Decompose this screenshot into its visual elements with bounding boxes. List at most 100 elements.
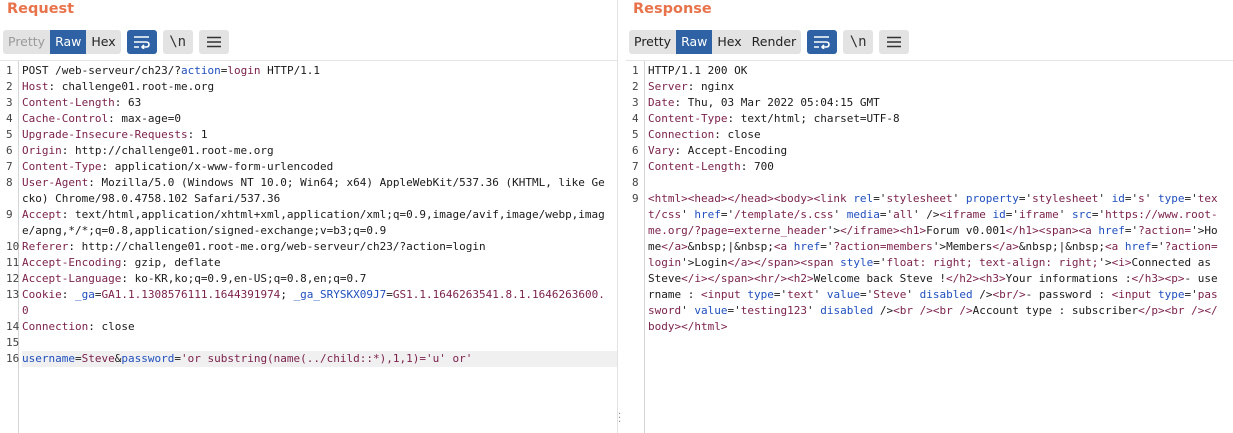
tab-raw[interactable]: Raw — [676, 30, 713, 54]
code-line[interactable]: 10 Referer: http://challenge01.root-me.or… — [0, 239, 617, 255]
newline-toggle-button[interactable]: \n — [162, 30, 193, 54]
code-token: : gzip, deflate — [121, 256, 221, 269]
code-line[interactable]: 1 HTTP/1.1 200 OK — [626, 63, 1233, 79]
line-text — [648, 175, 1233, 191]
code-line[interactable]: 14 Connection: close — [0, 319, 617, 335]
code-token: GA1.1.1308576111.1644391974 — [101, 288, 281, 301]
code-token: : http://challenge01.root-me.org/web-ser… — [68, 240, 486, 253]
request-title: Request — [7, 1, 75, 17]
tab-hex[interactable]: Hex — [86, 30, 120, 54]
wrap-lines-icon — [133, 36, 150, 49]
tab-render[interactable]: Render — [747, 30, 802, 54]
code-token: media — [846, 208, 880, 221]
code-line[interactable]: 8 User-Agent: Mozilla/5.0 (Windows NT 10.… — [0, 175, 617, 207]
tab-raw[interactable]: Raw — [50, 30, 87, 54]
code-token: =' — [859, 288, 874, 301]
menu-button[interactable] — [879, 30, 910, 54]
code-line[interactable]: 9 <html><head></head><body><link rel='sty… — [626, 191, 1233, 335]
code-line[interactable]: 9 Accept: text/html,application/xhtml+xml… — [0, 207, 617, 239]
code-line[interactable]: 6 Vary: Accept-Encoding — [626, 143, 1233, 159]
code-token: value — [694, 304, 728, 317]
line-number: 7 — [632, 160, 639, 173]
code-token: : Mozilla/5.0 (Windows NT 10.0; Win64; x… — [22, 176, 605, 205]
code-token: Origin — [22, 144, 62, 157]
code-line[interactable]: 16 username=Steve&password='or substring(… — [0, 351, 617, 367]
code-line[interactable]: 5 Upgrade-Insecure-Requests: 1 — [0, 127, 617, 143]
code-token: </a> — [661, 240, 688, 253]
line-number: 5 — [6, 128, 13, 141]
panel-splitter[interactable] — [617, 0, 626, 433]
code-token: Account type : subscriber — [972, 304, 1139, 317]
code-line[interactable]: 3 Date: Thu, 03 Mar 2022 05:04:15 GMT — [626, 95, 1233, 111]
line-number: 16 — [6, 352, 20, 365]
code-token: login — [227, 64, 261, 77]
line-number: 3 — [632, 96, 639, 109]
line-number: 11 — [6, 256, 20, 269]
code-line[interactable]: 12 Accept-Language: ko-KR,ko;q=0.9,en-US;… — [0, 271, 617, 287]
response-code: 1 HTTP/1.1 200 OK 2 Server: nginx 3 Date: Thu… — [626, 63, 1233, 335]
wrap-lines-button[interactable] — [126, 30, 157, 54]
code-token: <input — [1111, 288, 1159, 301]
code-line[interactable]: 3 Content-Length: 63 — [0, 95, 617, 111]
code-token: rel — [853, 192, 874, 205]
line-text: Connection: close — [648, 127, 1233, 143]
code-token: <html><head></head><body><link — [648, 192, 854, 205]
code-line[interactable]: 2 Host: challenge01.root-me.org — [0, 79, 617, 95]
code-line[interactable]: 1 POST /web-serveur/ch23/?action=login HT… — [0, 63, 617, 79]
menu-icon — [887, 36, 902, 48]
code-token: type — [1158, 192, 1185, 205]
code-token: iframe — [1018, 208, 1059, 221]
code-token: </iframe><h1> — [840, 224, 927, 237]
tab-hex[interactable]: Hex — [712, 30, 746, 54]
code-line[interactable]: 4 Content-Type: text/html; charset=UTF-8 — [626, 111, 1233, 127]
line-text: Accept-Language: ko-KR,ko;q=0.9,en-US;q=… — [22, 271, 617, 287]
response-editor[interactable]: 1 HTTP/1.1 200 OK 2 Server: nginx 3 Date: Thu… — [626, 60, 1233, 433]
line-number: 9 — [6, 208, 13, 221]
code-line[interactable]: 11 Accept-Encoding: gzip, deflate — [0, 255, 617, 271]
tab-pretty[interactable]: Pretty — [629, 30, 676, 54]
wrap-lines-icon — [814, 36, 830, 49]
code-token: value — [826, 288, 860, 301]
code-token: ' — [952, 192, 966, 205]
code-line[interactable]: 15 — [0, 335, 617, 351]
code-token: Login — [694, 256, 728, 269]
line-number: 10 — [6, 240, 20, 253]
code-token: '> — [1098, 256, 1112, 269]
code-line[interactable]: 7 Content-Length: 700 — [626, 159, 1233, 175]
line-text: User-Agent: Mozilla/5.0 (Windows NT 10.0… — [22, 175, 617, 207]
wrap-lines-button[interactable] — [807, 30, 838, 54]
code-token: - password : — [1025, 288, 1112, 301]
code-line[interactable]: 5 Connection: close — [626, 127, 1233, 143]
code-token: href — [793, 240, 821, 253]
code-token: all — [893, 208, 913, 221]
code-token: /> — [972, 288, 993, 301]
code-token: =' — [1018, 192, 1033, 205]
code-token: 'or substring(name(../child::*),1,1)='u'… — [180, 352, 473, 365]
code-line[interactable]: 6 Origin: http://challenge01.root-me.org — [0, 143, 617, 159]
newline-toggle-button[interactable]: \n — [843, 30, 874, 54]
menu-button[interactable] — [198, 30, 229, 54]
code-token: Referer — [22, 240, 69, 253]
code-token: Content-Length — [22, 96, 115, 109]
splitter-handle-icon[interactable]: · · · — [618, 410, 622, 428]
response-view-tabs: Pretty Raw Hex Render — [629, 30, 802, 54]
code-token: src — [1071, 208, 1092, 221]
code-line[interactable]: 2 Server: nginx — [626, 79, 1233, 95]
code-line[interactable]: 13 Cookie: _ga=GA1.1.1308576111.164439197… — [0, 287, 617, 319]
request-editor[interactable]: 1 POST /web-serveur/ch23/?action=login HT… — [0, 60, 617, 433]
line-number: 8 — [6, 176, 13, 189]
code-token: </h3><p> — [1131, 272, 1185, 285]
code-token: testing123 — [740, 304, 807, 317]
tab-pretty[interactable]: Pretty — [3, 30, 50, 54]
request-toolbar: Pretty Raw Hex \n — [3, 30, 229, 54]
code-line[interactable]: 7 Content-Type: application/x-www-form-ur… — [0, 159, 617, 175]
code-token: /template/s.css — [734, 208, 834, 221]
code-line[interactable]: 4 Cache-Control: max-age=0 — [0, 111, 617, 127]
line-number: 6 — [632, 144, 639, 157]
newline-toggle-icon: \n — [849, 34, 867, 50]
code-token: Accept-Language — [22, 272, 122, 285]
code-token: Content-Type — [648, 112, 728, 125]
code-line[interactable]: 8 — [626, 175, 1233, 191]
code-token: =' — [879, 208, 894, 221]
